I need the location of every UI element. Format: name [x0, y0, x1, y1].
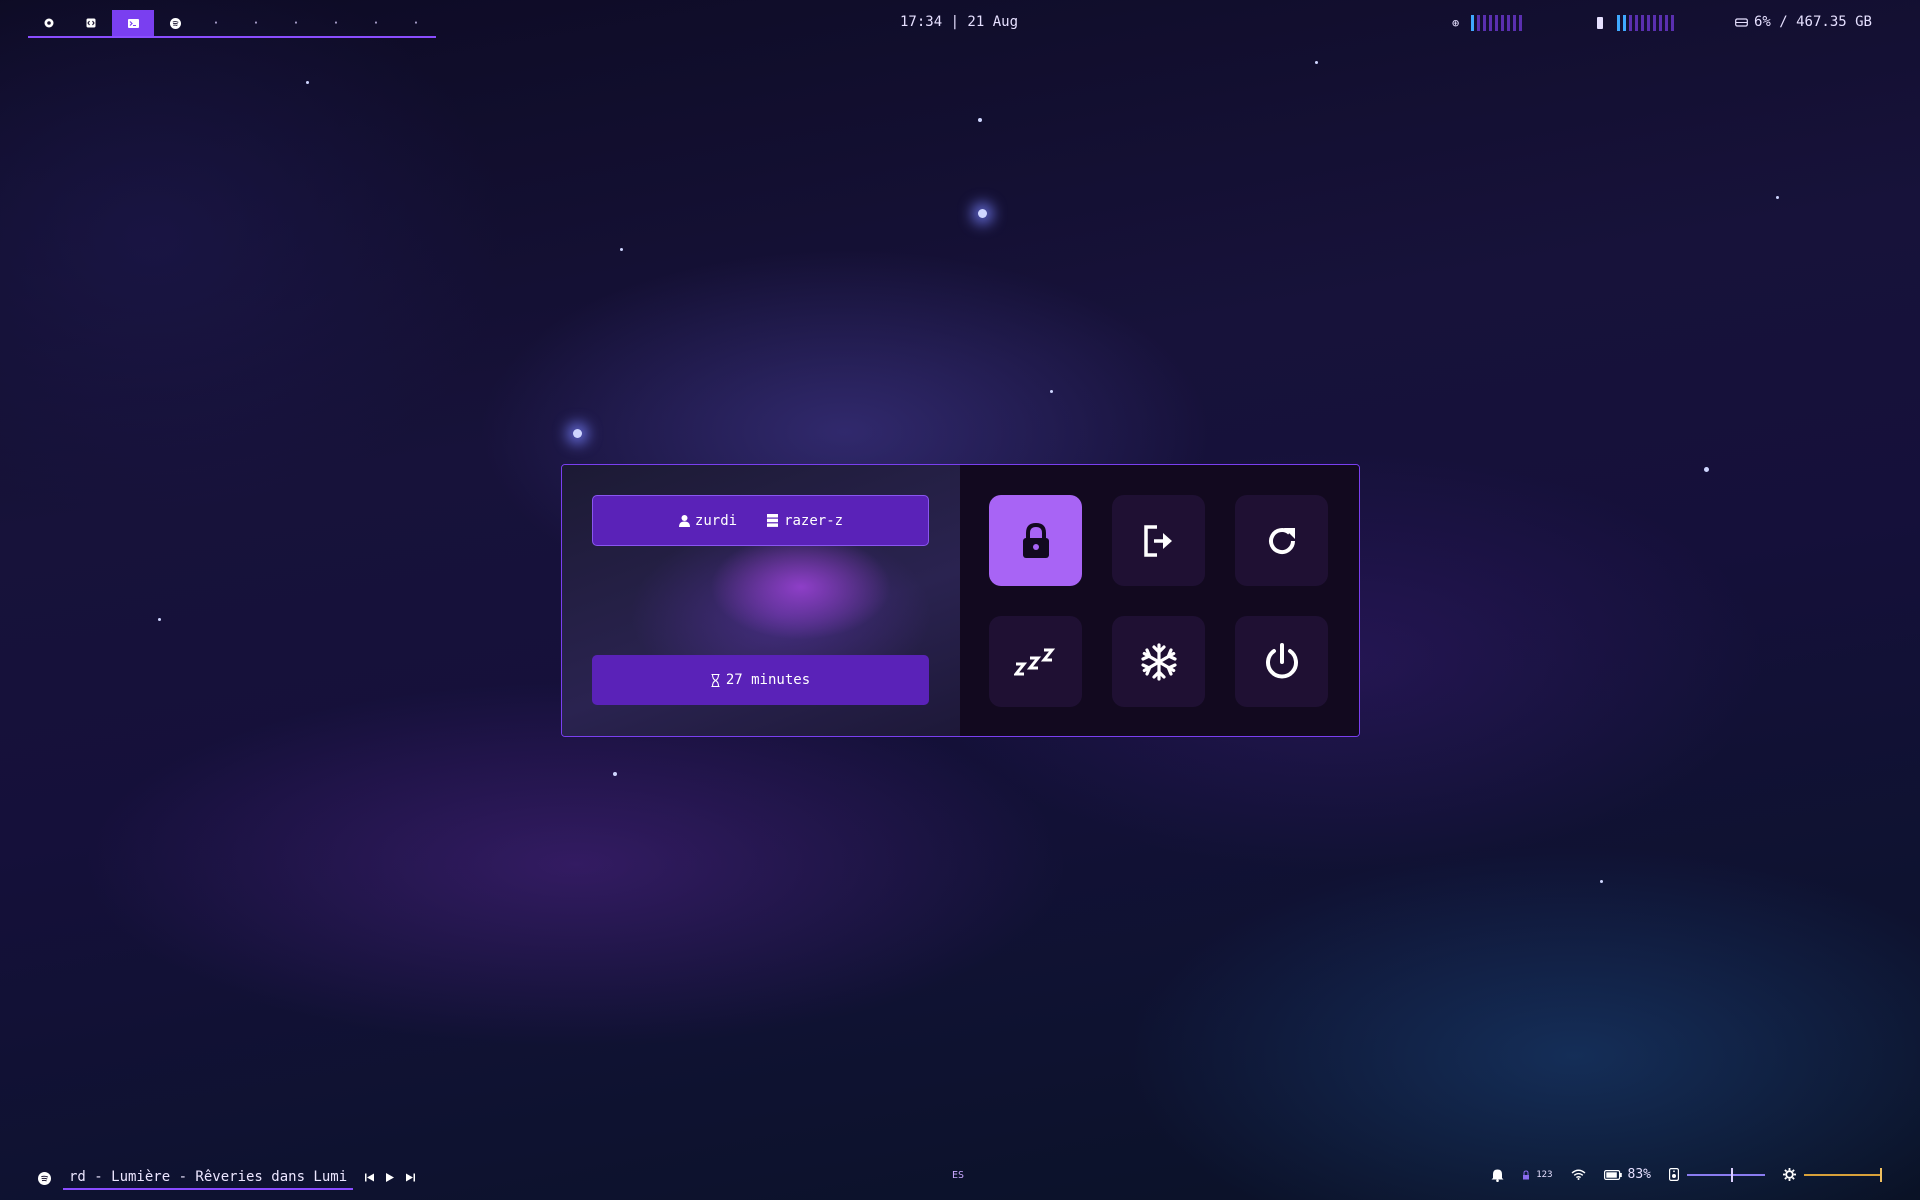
workspace-empty[interactable]: ·: [196, 10, 236, 36]
bell-icon[interactable]: [1491, 1168, 1504, 1182]
play-button[interactable]: [386, 1172, 395, 1185]
brightness-slider-knob[interactable]: [1880, 1167, 1882, 1182]
cpu-bars: [1471, 15, 1523, 31]
chrome-icon: [44, 18, 54, 28]
memory-icon: [1597, 17, 1603, 29]
terminal-icon: [127, 18, 139, 28]
battery-indicator[interactable]: 83%: [1603, 1167, 1651, 1182]
workspace-3-terminal[interactable]: [112, 10, 154, 36]
user-host-box: zurdi razer-z: [592, 495, 929, 546]
cpu-meter[interactable]: ⊕: [1452, 14, 1523, 32]
power-actions-grid: [960, 465, 1359, 736]
hibernate-button[interactable]: [1112, 616, 1205, 707]
workspace-4-spotify[interactable]: [154, 10, 196, 36]
uptime-label: 27 minutes: [725, 672, 811, 688]
hourglass-icon: [711, 673, 720, 687]
wallpaper-star: [306, 81, 309, 84]
workspace-switcher: · · · · · ·: [28, 10, 436, 38]
workspace-empty[interactable]: ·: [396, 10, 436, 36]
numlock-lock-icon: [1523, 1169, 1530, 1179]
harddisk-icon: [1735, 18, 1748, 27]
wifi-icon[interactable]: [1571, 1169, 1586, 1180]
reboot-icon: [1268, 527, 1295, 554]
sleep-icon: [1013, 648, 1055, 675]
previous-track-button[interactable]: [365, 1172, 375, 1185]
numlock-indicator[interactable]: 123: [1522, 1169, 1553, 1180]
cpu-icon: ⊕: [1452, 16, 1460, 30]
logout-icon: [1143, 524, 1172, 557]
wallpaper-star: [620, 248, 623, 251]
shutdown-button[interactable]: [1235, 616, 1328, 707]
wallpaper-star: [573, 429, 582, 438]
workspace-empty[interactable]: ·: [356, 10, 396, 36]
power-menu-info-panel: zurdi razer-z 27 minutes: [562, 465, 960, 736]
power-menu: zurdi razer-z 27 minutes: [561, 464, 1360, 737]
disk-usage-label: 6% / 467.35 GB: [1753, 14, 1872, 30]
code-icon: [86, 18, 96, 28]
volume-control[interactable]: [1669, 1167, 1765, 1182]
disk-usage[interactable]: 6% / 467.35 GB: [1735, 14, 1872, 30]
wallpaper-star: [613, 772, 617, 776]
brightness-control[interactable]: [1783, 1167, 1882, 1182]
speaker-icon: [1669, 1168, 1679, 1181]
uptime-box: 27 minutes: [592, 655, 929, 705]
workspace-empty[interactable]: ·: [316, 10, 356, 36]
host-info: razer-z: [767, 513, 843, 529]
memory-bars: [1617, 15, 1674, 31]
lock-button[interactable]: [989, 495, 1082, 586]
numlock-label: 123: [1536, 1169, 1553, 1180]
brightness-slider[interactable]: [1804, 1167, 1882, 1182]
track-title[interactable]: rd - Lumière - Rêveries dans Lumi: [63, 1167, 354, 1190]
volume-slider[interactable]: [1687, 1167, 1765, 1182]
skip-forward-icon: [406, 1173, 416, 1182]
wallpaper-star: [1050, 390, 1053, 393]
suspend-button[interactable]: [989, 616, 1082, 707]
logout-button[interactable]: [1112, 495, 1205, 586]
keyboard-layout[interactable]: ES: [952, 1170, 964, 1181]
wallpaper-star: [1315, 61, 1318, 64]
play-icon: [386, 1173, 395, 1182]
media-player: rd - Lumière - Rêveries dans Lumi: [38, 1167, 416, 1190]
username: zurdi: [694, 512, 738, 529]
hostname: razer-z: [784, 512, 844, 529]
workspace-1-chrome[interactable]: [28, 10, 70, 36]
lock-icon: [1022, 522, 1049, 558]
wallpaper-star: [1704, 467, 1709, 472]
gear-icon: [1783, 1168, 1796, 1181]
snowflake-icon: [1140, 642, 1177, 681]
wallpaper-star: [978, 209, 987, 218]
battery-icon: [1603, 1169, 1622, 1180]
volume-slider-knob[interactable]: [1731, 1167, 1733, 1182]
workspace-empty[interactable]: ·: [236, 10, 276, 36]
next-track-button[interactable]: [406, 1172, 416, 1185]
memory-meter[interactable]: [1597, 14, 1674, 32]
spotify-icon[interactable]: [38, 1172, 51, 1185]
top-bar: · · · · · · 17:34 | 21 Aug ⊕ 6% / 467.35…: [0, 0, 1920, 46]
user-icon: [678, 515, 690, 527]
power-icon: [1265, 642, 1298, 678]
bottom-bar: rd - Lumière - Rêveries dans Lumi ES 123…: [0, 1158, 1920, 1198]
clock-date[interactable]: 17:34 | 21 Aug: [900, 14, 1018, 30]
skip-back-icon: [365, 1173, 375, 1182]
wallpaper-star: [1600, 880, 1603, 883]
wallpaper-star: [978, 118, 982, 122]
wallpaper-star: [1776, 196, 1779, 199]
workspace-2-code[interactable]: [70, 10, 112, 36]
wallpaper-star: [158, 618, 161, 621]
system-tray: 123 83%: [1491, 1167, 1882, 1182]
battery-percent: 83%: [1627, 1167, 1651, 1182]
workspace-empty[interactable]: ·: [276, 10, 316, 36]
server-icon: [767, 514, 779, 527]
reboot-button[interactable]: [1235, 495, 1328, 586]
user-info: zurdi: [678, 513, 737, 529]
spotify-icon: [169, 17, 181, 29]
